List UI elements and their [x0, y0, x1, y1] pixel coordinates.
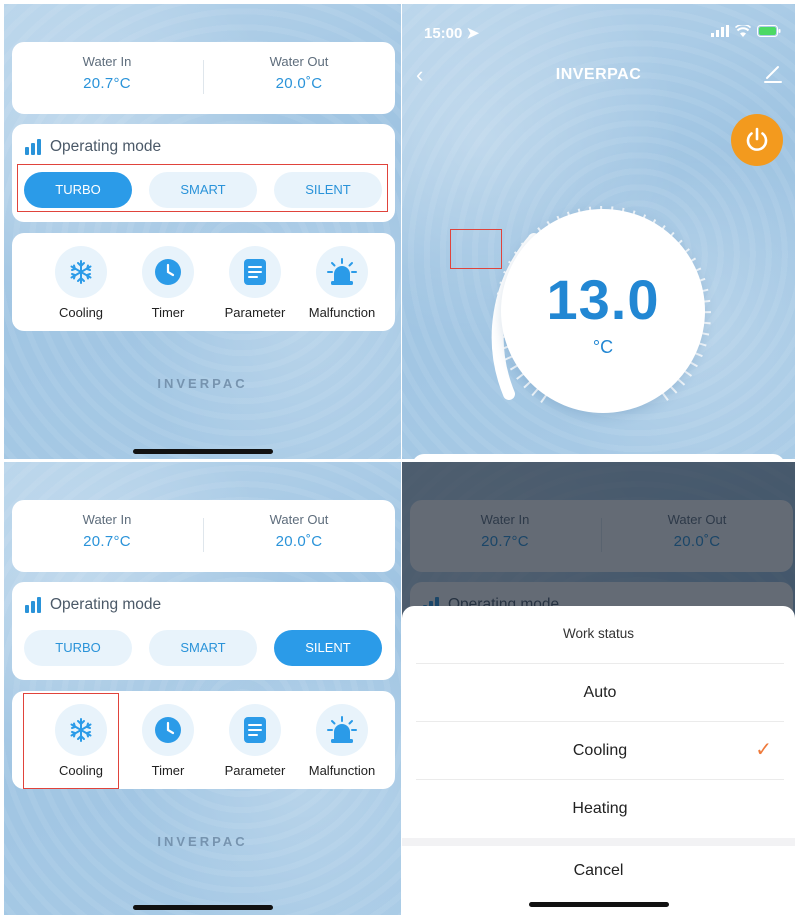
wifi-icon — [735, 25, 751, 37]
function-card: Cooling Timer Parameter Malfunction — [12, 691, 395, 789]
water-temperature-card: Water In 20.7°C Water Out 20.0˚C — [12, 500, 395, 572]
option-heating[interactable]: Heating — [416, 779, 784, 836]
malfunction-button[interactable]: Malfunction — [302, 704, 382, 778]
water-in-label: Water In — [82, 54, 132, 69]
temperature-unit: °C — [592, 337, 614, 357]
parameter-label: Parameter — [224, 305, 286, 320]
mode-turbo-button[interactable]: TURBO — [24, 630, 132, 666]
separator — [402, 838, 795, 846]
work-status-screen: Water In 20.7°C Water Out 20.0˚C Operati… — [402, 462, 795, 915]
temperature-value: 13.0 — [546, 268, 660, 331]
water-out-label: Water Out — [269, 512, 329, 527]
snowflake-icon — [55, 246, 107, 298]
bottom-sheet-peek — [412, 454, 785, 459]
device-title: INVERPAC — [555, 66, 642, 83]
signal-bars-icon — [25, 139, 41, 155]
control-screen-turbo: Water In 20.7°C Water Out 20.0˚C Operati… — [4, 4, 401, 459]
mode-turbo-button[interactable]: TURBO — [24, 172, 132, 208]
clock-icon — [142, 246, 194, 298]
cooling-label: Cooling — [58, 763, 104, 778]
malfunction-label: Malfunction — [308, 305, 376, 320]
operating-mode-card: Operating mode TURBO SMART SILENT — [12, 124, 395, 222]
cooling-button[interactable]: Cooling — [41, 246, 121, 320]
option-cooling[interactable]: Cooling ✓ — [416, 721, 784, 778]
water-in-label: Water In — [82, 512, 132, 527]
mode-smart-button[interactable]: SMART — [149, 630, 257, 666]
water-out-value: 20.0˚C — [275, 533, 323, 550]
work-status-title: Work status — [562, 626, 635, 641]
function-card: Cooling Timer Parameter Malfunction — [12, 233, 395, 331]
malfunction-button[interactable]: Malfunction — [302, 246, 382, 320]
checkmark-icon: ✓ — [755, 739, 772, 761]
temperature-screen: 15:00 ➤ ‹ INVERPAC 13.0 °C — [402, 4, 795, 459]
alarm-icon — [316, 246, 368, 298]
option-auto[interactable]: Auto — [416, 663, 784, 720]
battery-icon — [757, 25, 781, 37]
work-status-sheet: Work status Auto Cooling ✓ Heating Cancel — [402, 606, 795, 915]
timer-label: Timer — [151, 763, 185, 778]
temperature-dial[interactable]: 13.0 °C — [501, 209, 705, 413]
mode-silent-button[interactable]: SILENT — [274, 630, 382, 666]
cellular-signal-icon — [711, 25, 729, 37]
timer-button[interactable]: Timer — [128, 704, 208, 778]
timer-label: Timer — [151, 305, 185, 320]
location-arrow-icon: ➤ — [466, 25, 480, 42]
cooling-button[interactable]: Cooling — [41, 704, 121, 778]
document-icon — [229, 246, 281, 298]
home-indicator — [133, 905, 273, 910]
timer-button[interactable]: Timer — [128, 246, 208, 320]
option-label: Cooling — [572, 742, 628, 759]
snowflake-icon — [55, 704, 107, 756]
alarm-icon — [316, 704, 368, 756]
mode-silent-button[interactable]: SILENT — [274, 172, 382, 208]
brand-logo: INVERPAC — [157, 834, 248, 849]
home-indicator — [529, 902, 669, 907]
water-temperature-card: Water In 20.7°C Water Out 20.0˚C — [12, 42, 395, 114]
status-icons — [711, 25, 781, 37]
edit-pencil-icon[interactable] — [763, 64, 783, 89]
water-in-value: 20.7°C — [83, 533, 131, 550]
signal-bars-icon — [25, 597, 41, 613]
cancel-button[interactable]: Cancel — [402, 846, 795, 896]
water-in-value: 20.7°C — [83, 75, 131, 92]
malfunction-label: Malfunction — [308, 763, 376, 778]
power-icon — [746, 127, 768, 151]
parameter-label: Parameter — [224, 763, 286, 778]
operating-mode-card: Operating mode TURBO SMART SILENT — [12, 582, 395, 680]
parameter-button[interactable]: Parameter — [215, 704, 295, 778]
option-label: Heating — [572, 800, 628, 817]
water-out-value: 20.0˚C — [275, 75, 323, 92]
clock-icon — [142, 704, 194, 756]
operating-mode-title: Operating mode — [50, 596, 162, 613]
power-button[interactable] — [731, 114, 783, 166]
water-out-label: Water Out — [269, 54, 329, 69]
operating-mode-title: Operating mode — [50, 138, 162, 155]
cooling-label: Cooling — [58, 305, 104, 320]
brand-logo: INVERPAC — [157, 376, 248, 391]
home-indicator — [133, 449, 273, 454]
document-icon — [229, 704, 281, 756]
mode-smart-button[interactable]: SMART — [149, 172, 257, 208]
status-time: 15:00 ➤ — [424, 25, 480, 42]
control-screen-silent: Water In 20.7°C Water Out 20.0˚C Operati… — [4, 462, 401, 915]
parameter-button[interactable]: Parameter — [215, 246, 295, 320]
option-label: Auto — [583, 684, 617, 701]
